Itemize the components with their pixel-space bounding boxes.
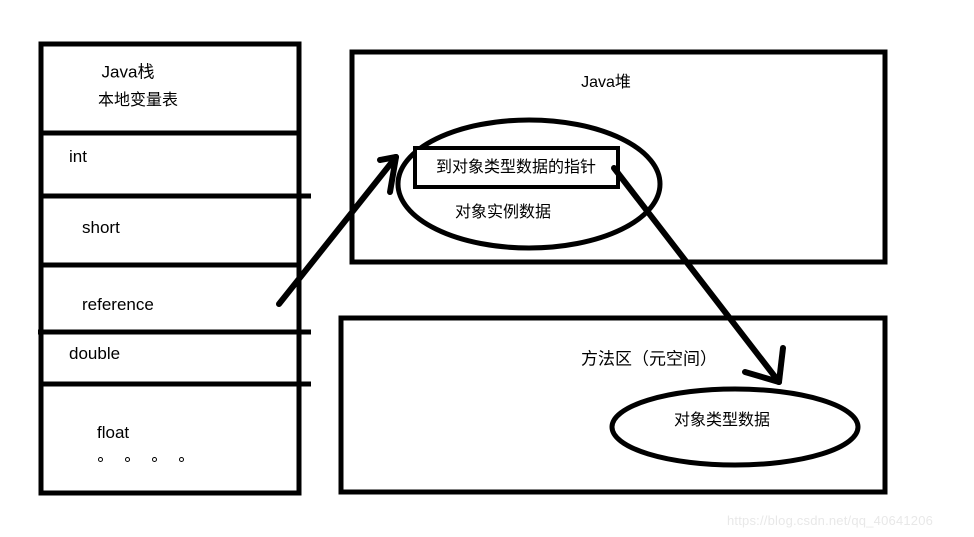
java-stack-title: Java栈 [101,62,155,82]
object-type-pointer-label: 到对象类型数据的指针 [435,159,597,176]
stack-slot-float: float [97,423,130,442]
java-stack-box [38,41,302,496]
csdn-watermark: https://blog.csdn.net/qq_40641206 [727,513,934,528]
ellipsis-dot [179,457,184,462]
diagram-canvas: Java栈 本地变量表 int short reference double f… [0,0,974,537]
java-stack-subtitle: 本地变量表 [97,92,179,109]
object-instance-data-label: 对象实例数据 [454,204,552,221]
stack-ellipsis-dots [98,457,184,462]
java-heap-title: Java堆 [581,74,631,91]
object-type-data-label: 对象类型数据 [673,412,771,429]
stack-slot-reference: reference [82,295,154,314]
stack-slot-short: short [82,218,120,237]
stack-slot-double: double [69,344,121,363]
ellipsis-dot [98,457,103,462]
method-area-title: 方法区（元空间） [581,349,717,369]
stack-slot-int: int [69,147,87,166]
ellipsis-dot [125,457,130,462]
method-area-box [338,315,888,495]
ellipsis-dot [152,457,157,462]
